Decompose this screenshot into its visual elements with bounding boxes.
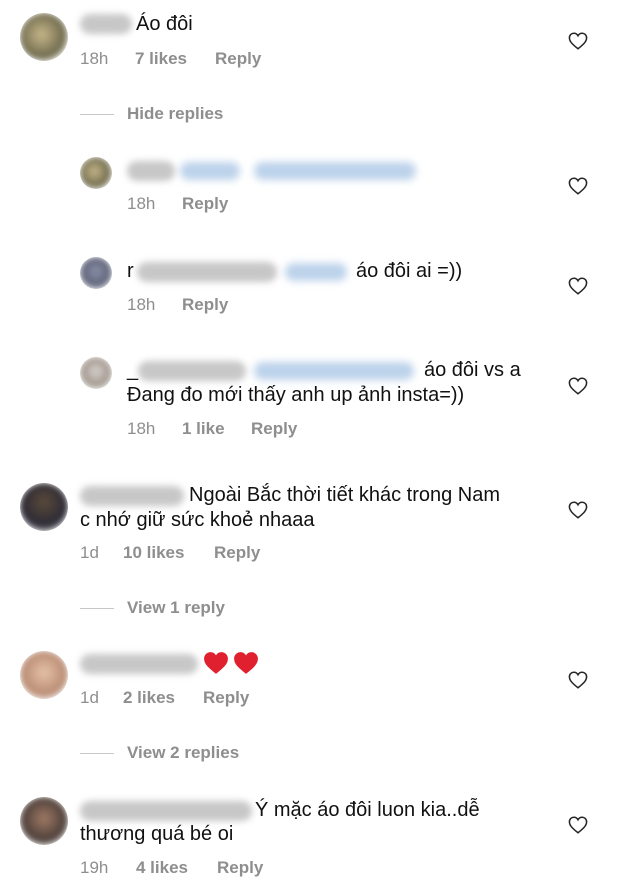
avatar[interactable] bbox=[80, 157, 112, 189]
comment-prefix: r bbox=[127, 260, 134, 282]
reply-button[interactable]: Reply bbox=[214, 543, 260, 563]
comment-text-line1: Ý mặc áo đôi luon kia..dễ bbox=[255, 799, 480, 821]
comment-prefix: _ bbox=[127, 359, 139, 381]
comment-likes[interactable]: 4 likes bbox=[136, 858, 188, 878]
reply-button[interactable]: Reply bbox=[251, 419, 297, 439]
comment-time: 1d bbox=[80, 688, 99, 707]
reply-button[interactable]: Reply bbox=[182, 194, 228, 214]
username-blurred[interactable] bbox=[80, 14, 132, 34]
view-replies-button[interactable]: View 2 replies bbox=[127, 743, 239, 763]
comment-time: 18h bbox=[127, 419, 156, 438]
replies-divider bbox=[80, 753, 114, 754]
comment-text-line1: Ngoài Bắc thời tiết khác trong Nam bbox=[189, 484, 501, 506]
comment-time: 1d bbox=[80, 543, 99, 562]
comment-text: Áo đôi bbox=[136, 13, 193, 35]
avatar[interactable] bbox=[20, 797, 68, 845]
comment-time: 18h bbox=[80, 49, 109, 68]
heart-outline-icon[interactable] bbox=[568, 32, 588, 50]
comment-time: 18h bbox=[127, 295, 156, 314]
username-blurred[interactable] bbox=[80, 486, 184, 506]
avatar[interactable] bbox=[20, 483, 68, 531]
comment-time: 19h bbox=[80, 858, 109, 877]
comment-likes[interactable]: 7 likes bbox=[135, 49, 187, 69]
reply-button[interactable]: Reply bbox=[182, 295, 228, 315]
username-blurred[interactable] bbox=[80, 654, 198, 674]
heart-outline-icon[interactable] bbox=[568, 177, 588, 195]
comment-likes[interactable]: 2 likes bbox=[123, 688, 175, 708]
reply-button[interactable]: Reply bbox=[217, 858, 263, 878]
comment-text-line1: áo đôi vs a bbox=[424, 359, 521, 381]
heart-outline-icon[interactable] bbox=[568, 501, 588, 519]
heart-outline-icon[interactable] bbox=[568, 816, 588, 834]
replies-divider bbox=[80, 608, 114, 609]
reply-button[interactable]: Reply bbox=[215, 49, 261, 69]
comment-time: 18h bbox=[127, 194, 156, 213]
view-replies-button[interactable]: View 1 reply bbox=[127, 598, 225, 618]
mention-blurred[interactable] bbox=[285, 263, 347, 281]
avatar[interactable] bbox=[80, 257, 112, 289]
mention-blurred[interactable] bbox=[254, 362, 414, 380]
username-blurred[interactable] bbox=[80, 801, 252, 821]
mention-blurred[interactable] bbox=[180, 162, 240, 180]
red-heart-emoji bbox=[204, 652, 228, 674]
mention-blurred[interactable] bbox=[254, 162, 416, 180]
comment-likes[interactable]: 10 likes bbox=[123, 543, 184, 563]
heart-outline-icon[interactable] bbox=[568, 377, 588, 395]
avatar[interactable] bbox=[80, 357, 112, 389]
heart-outline-icon[interactable] bbox=[568, 277, 588, 295]
hide-replies-button[interactable]: Hide replies bbox=[127, 104, 223, 124]
comment-text-line2: thương quá bé oi bbox=[80, 823, 234, 845]
username-blurred[interactable] bbox=[137, 262, 277, 282]
heart-outline-icon[interactable] bbox=[568, 671, 588, 689]
comment-likes[interactable]: 1 like bbox=[182, 419, 225, 439]
replies-divider bbox=[80, 114, 114, 115]
red-heart-emoji bbox=[234, 652, 258, 674]
reply-button[interactable]: Reply bbox=[203, 688, 249, 708]
comment-text-line2: Đang đo mới thấy anh up ảnh insta=)) bbox=[127, 384, 465, 406]
username-blurred[interactable] bbox=[127, 161, 175, 181]
comment-text-line2: c nhớ giữ sức khoẻ nhaaa bbox=[80, 509, 315, 531]
avatar[interactable] bbox=[20, 651, 68, 699]
comment-text: áo đôi ai =)) bbox=[356, 260, 463, 282]
username-blurred[interactable] bbox=[138, 361, 246, 381]
avatar[interactable] bbox=[20, 13, 68, 61]
